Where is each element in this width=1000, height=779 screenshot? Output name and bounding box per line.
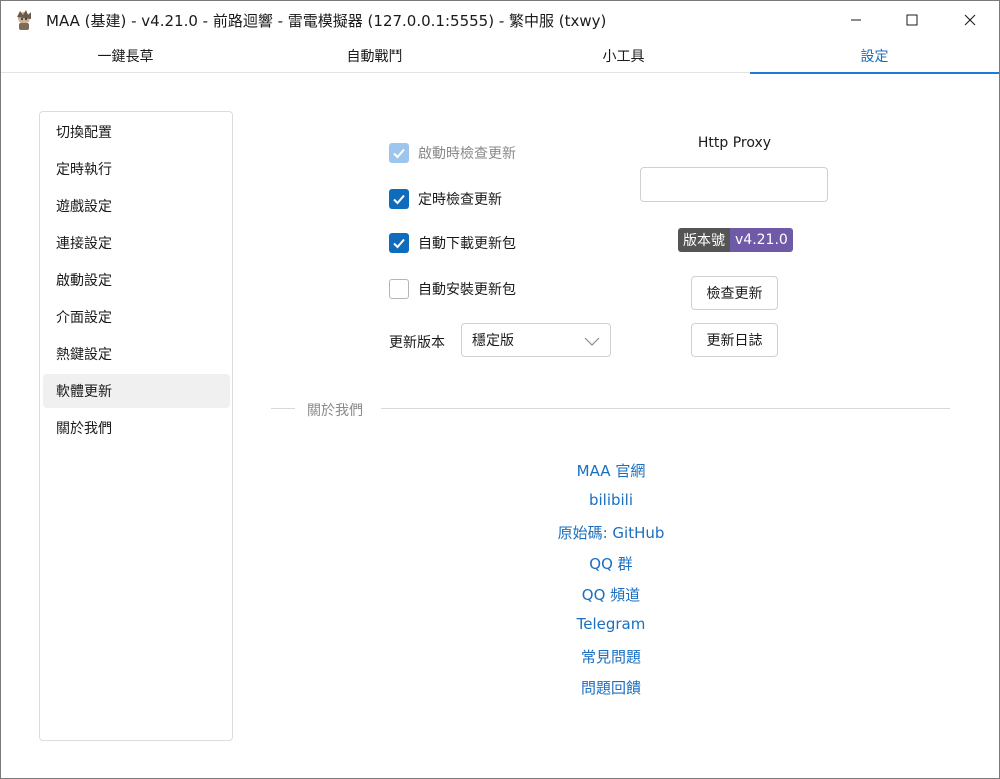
checkmark-icon bbox=[393, 238, 405, 249]
changelog-button[interactable]: 更新日誌 bbox=[691, 323, 778, 357]
checkmark-icon bbox=[393, 148, 405, 159]
window-title: MAA (基建) - v4.21.0 - 前路迴響 - 雷電模擬器 (127.0… bbox=[46, 12, 607, 30]
tab-tools[interactable]: 小工具 bbox=[499, 39, 748, 73]
version-badge: 版本號 v4.21.0 bbox=[678, 228, 793, 252]
minimize-button[interactable] bbox=[833, 1, 879, 39]
version-type-select[interactable]: 穩定版 bbox=[461, 323, 611, 357]
auto-install-option[interactable]: 自動安裝更新包 bbox=[389, 278, 516, 300]
app-window: MAA (基建) - v4.21.0 - 前路迴響 - 雷電模擬器 (127.0… bbox=[0, 0, 1000, 779]
maa-character-icon bbox=[13, 9, 35, 31]
link-qq-group[interactable]: QQ 群 bbox=[461, 553, 761, 574]
auto-install-checkbox[interactable] bbox=[389, 279, 409, 299]
about-divider-left bbox=[271, 408, 295, 409]
sidebar-item-interface[interactable]: 介面設定 bbox=[43, 300, 230, 334]
chevron-down-icon bbox=[584, 337, 600, 346]
link-qq-channel[interactable]: QQ 頻道 bbox=[461, 584, 761, 605]
check-on-startup-checkbox bbox=[389, 143, 409, 163]
auto-download-option[interactable]: 自動下載更新包 bbox=[389, 232, 516, 254]
version-badge-value: v4.21.0 bbox=[730, 228, 793, 252]
sidebar-item-switch-config[interactable]: 切換配置 bbox=[43, 115, 230, 149]
link-telegram[interactable]: Telegram bbox=[461, 615, 761, 633]
title-bar: MAA (基建) - v4.21.0 - 前路迴響 - 雷電模擬器 (127.0… bbox=[1, 1, 999, 39]
version-type-value: 穩定版 bbox=[472, 333, 514, 349]
about-heading: 關於我們 bbox=[307, 403, 363, 419]
sidebar-item-software-update[interactable]: 軟體更新 bbox=[43, 374, 230, 408]
checkmark-icon bbox=[393, 194, 405, 205]
sidebar-item-game-settings[interactable]: 遊戲設定 bbox=[43, 189, 230, 223]
sidebar-item-about[interactable]: 關於我們 bbox=[43, 411, 230, 445]
scheduled-check-checkbox[interactable] bbox=[389, 189, 409, 209]
tab-one-click[interactable]: 一鍵長草 bbox=[1, 39, 250, 73]
link-bilibili[interactable]: bilibili bbox=[461, 491, 761, 509]
auto-download-checkbox[interactable] bbox=[389, 233, 409, 253]
auto-install-label: 自動安裝更新包 bbox=[418, 282, 516, 298]
minimize-icon bbox=[851, 19, 861, 21]
about-divider-right bbox=[381, 408, 950, 409]
http-proxy-label: Http Proxy bbox=[697, 135, 772, 151]
maximize-button[interactable] bbox=[889, 1, 935, 39]
version-badge-label: 版本號 bbox=[678, 228, 730, 252]
tab-settings[interactable]: 設定 bbox=[750, 39, 999, 74]
close-button[interactable] bbox=[947, 1, 993, 39]
http-proxy-input[interactable] bbox=[640, 167, 828, 202]
close-icon bbox=[964, 14, 976, 26]
version-type-label: 更新版本 bbox=[389, 335, 445, 351]
scheduled-check-option[interactable]: 定時檢查更新 bbox=[389, 188, 502, 210]
sidebar-item-startup[interactable]: 啟動設定 bbox=[43, 263, 230, 297]
scheduled-check-label: 定時檢查更新 bbox=[418, 192, 502, 208]
check-update-button[interactable]: 檢查更新 bbox=[691, 276, 778, 310]
check-on-startup-label: 啟動時檢查更新 bbox=[418, 146, 516, 162]
sidebar-item-hotkeys[interactable]: 熱鍵設定 bbox=[43, 337, 230, 371]
sidebar-item-schedule[interactable]: 定時執行 bbox=[43, 152, 230, 186]
link-github[interactable]: 原始碼: GitHub bbox=[461, 522, 761, 543]
maximize-icon bbox=[906, 14, 918, 26]
link-faq[interactable]: 常見問題 bbox=[461, 646, 761, 667]
auto-download-label: 自動下載更新包 bbox=[418, 236, 516, 252]
settings-sidebar: 切換配置 定時執行 遊戲設定 連接設定 啟動設定 介面設定 熱鍵設定 軟體更新 … bbox=[39, 111, 233, 741]
link-feedback[interactable]: 問題回饋 bbox=[461, 677, 761, 698]
check-on-startup-option: 啟動時檢查更新 bbox=[389, 142, 516, 164]
sidebar-item-connection[interactable]: 連接設定 bbox=[43, 226, 230, 260]
link-maa-website[interactable]: MAA 官網 bbox=[461, 460, 761, 481]
main-tab-bar: 一鍵長草 自動戰鬥 小工具 設定 bbox=[1, 39, 999, 74]
tab-auto-battle[interactable]: 自動戰鬥 bbox=[250, 39, 499, 73]
